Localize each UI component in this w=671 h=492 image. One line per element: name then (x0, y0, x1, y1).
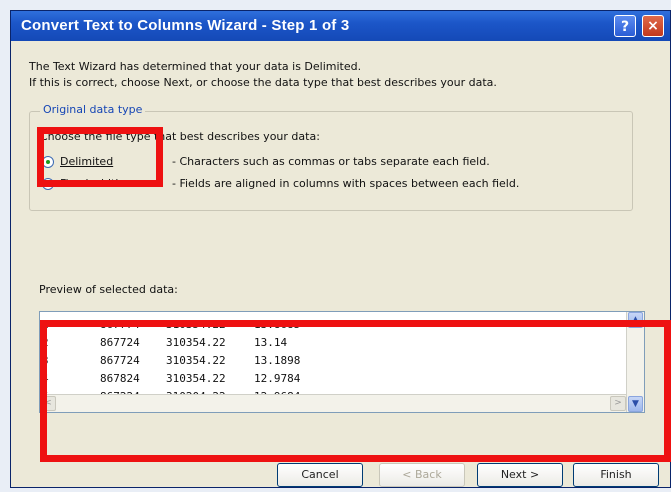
radio-delimited[interactable] (42, 156, 54, 168)
fixed-width-label[interactable]: Fixed width (60, 177, 122, 190)
radio-selected-dot (46, 160, 50, 164)
row-number: 1 (42, 318, 49, 331)
group-prompt: Choose the file type that best describes… (40, 130, 320, 143)
preview-cell: 13.14 (254, 336, 288, 349)
data-preview[interactable]: 1 867774 310354.22 13.8685 2 867724 3103… (39, 311, 645, 413)
scroll-left-icon[interactable]: < (40, 396, 56, 411)
preview-cell: 310354.22 (166, 336, 226, 349)
preview-row: 4 867824 310354.22 12.9784 (40, 372, 626, 390)
scroll-up-icon[interactable]: ▲ (628, 312, 643, 328)
intro-text: The Text Wizard has determined that your… (29, 59, 497, 91)
group-legend: Original data type (40, 103, 146, 116)
delimited-description: - Characters such as commas or tabs sepa… (172, 155, 490, 168)
preview-cell: 13.1898 (254, 354, 301, 367)
scroll-right-icon[interactable]: > (610, 396, 626, 411)
preview-row: 2 867724 310354.22 13.14 (40, 336, 626, 354)
intro-line-1: The Text Wizard has determined that your… (29, 60, 362, 73)
preview-label: Preview of selected data: (39, 283, 178, 296)
intro-line-2: If this is correct, choose Next, or choo… (29, 76, 497, 89)
row-number: 4 (42, 372, 49, 385)
cancel-button[interactable]: Cancel (277, 463, 363, 487)
title-bar: Convert Text to Columns Wizard - Step 1 … (11, 11, 670, 41)
scroll-down-icon[interactable]: ▼ (628, 396, 643, 412)
next-button[interactable]: Next > (477, 463, 563, 487)
vertical-scrollbar[interactable]: ▲ ▼ (626, 312, 644, 412)
preview-cell: 310354.22 (166, 372, 226, 385)
preview-cell: 867824 (100, 372, 140, 385)
row-number: 3 (42, 354, 49, 367)
preview-row: 1 867774 310354.22 13.8685 (40, 318, 626, 336)
radio-fixed-width[interactable] (42, 178, 54, 190)
preview-cell: 867724 (100, 354, 140, 367)
row-number: 2 (42, 336, 49, 349)
finish-button[interactable]: Finish (573, 463, 659, 487)
preview-cell: 12.9784 (254, 372, 301, 385)
convert-text-wizard-dialog: Convert Text to Columns Wizard - Step 1 … (10, 10, 671, 488)
fixed-width-description: - Fields are aligned in columns with spa… (172, 177, 520, 190)
back-button[interactable]: < Back (379, 463, 465, 487)
horizontal-scrollbar[interactable]: < > (40, 394, 626, 412)
preview-cell: 13.8685 (254, 318, 301, 331)
delimited-label[interactable]: Delimited (60, 155, 113, 168)
window-title: Convert Text to Columns Wizard - Step 1 … (21, 17, 350, 34)
preview-row: 3 867724 310354.22 13.1898 (40, 354, 626, 372)
close-button[interactable]: × (642, 15, 664, 37)
original-data-type-group: Original data type Choose the file type … (29, 103, 633, 211)
preview-cell: 310354.22 (166, 354, 226, 367)
preview-cell: 867774 (100, 318, 140, 331)
help-button[interactable]: ? (614, 15, 636, 37)
preview-cell: 867724 (100, 336, 140, 349)
preview-cell: 310354.22 (166, 318, 226, 331)
